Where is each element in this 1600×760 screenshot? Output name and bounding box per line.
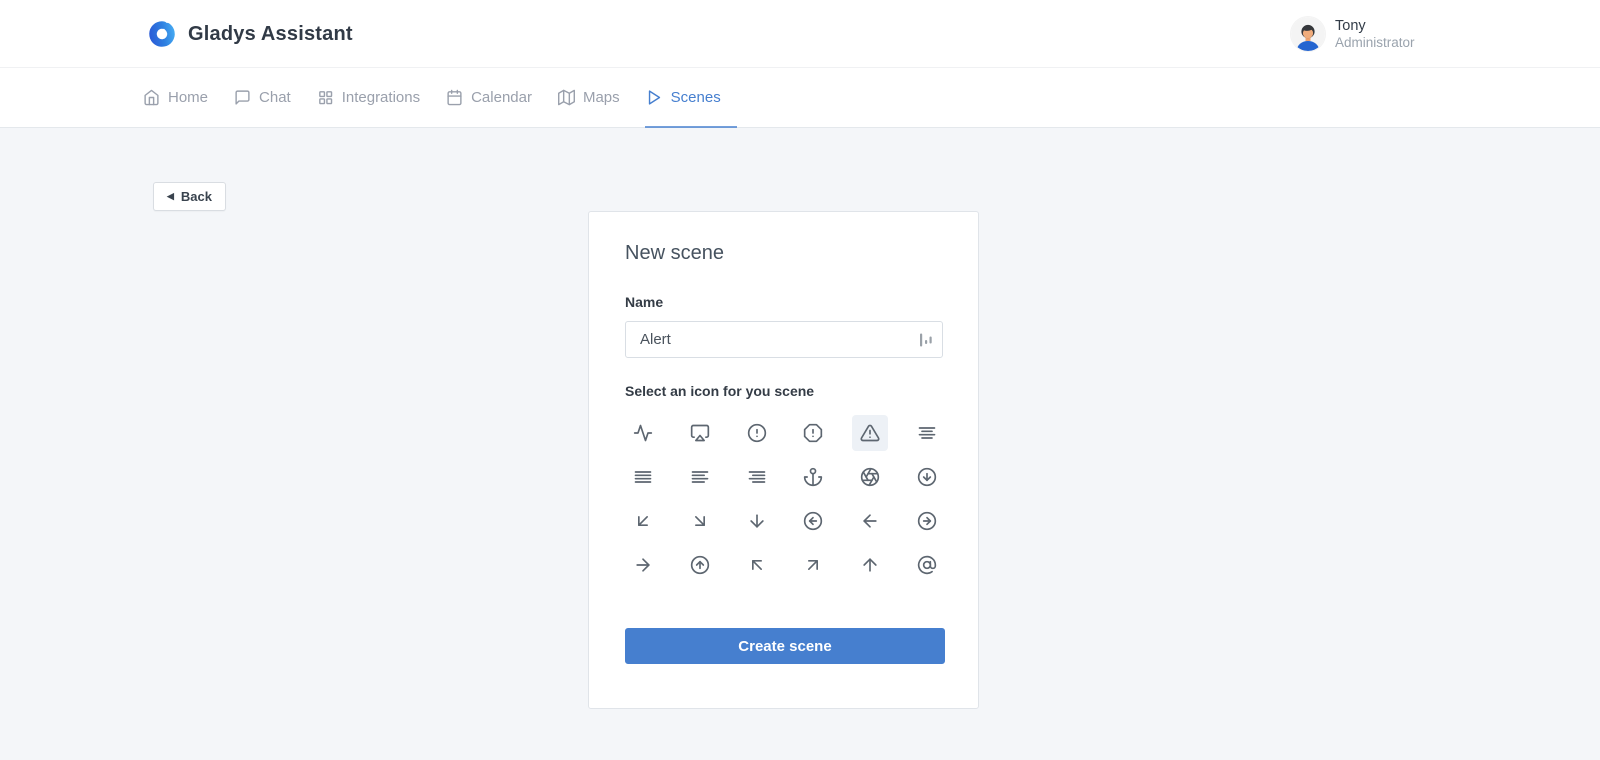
nav-item-calendar[interactable]: Calendar — [446, 68, 532, 127]
icon-grid-wrap — [625, 415, 943, 611]
activity-icon[interactable] — [625, 415, 661, 451]
home-icon — [143, 89, 160, 106]
arrow-down-icon[interactable] — [739, 503, 775, 539]
arrow-up-left-icon[interactable] — [739, 547, 775, 583]
nav-item-label: Home — [168, 89, 208, 106]
user-menu[interactable]: Tony Administrator — [1291, 0, 1415, 68]
user-role: Administrator — [1335, 35, 1415, 52]
gladys-logo-icon — [148, 20, 176, 48]
arrow-down-right-icon[interactable] — [682, 503, 718, 539]
user-avatar[interactable] — [1291, 17, 1325, 51]
name-input-wrap — [625, 321, 943, 358]
airplay-icon[interactable] — [682, 415, 718, 451]
at-sign-icon[interactable] — [909, 547, 943, 583]
arrow-down-left-icon[interactable] — [625, 503, 661, 539]
arrow-right-icon[interactable] — [625, 547, 661, 583]
input-caret-icon — [919, 332, 933, 348]
arrow-down-circle-icon[interactable] — [909, 459, 943, 495]
new-scene-card: New scene Name Select an icon for you sc… — [588, 211, 979, 709]
align-center-icon[interactable] — [909, 415, 943, 451]
back-button[interactable]: ◀ Back — [153, 182, 226, 211]
card-title: New scene — [625, 242, 943, 265]
user-name: Tony — [1335, 17, 1415, 35]
header-bar: Gladys Assistant Tony Administrator — [0, 0, 1600, 68]
arrow-right-circle-icon[interactable] — [909, 503, 943, 539]
calendar-icon — [446, 89, 463, 106]
chat-icon — [234, 89, 251, 106]
alert-circle-icon[interactable] — [739, 415, 775, 451]
back-arrow-icon: ◀ — [167, 192, 174, 201]
arrow-up-right-icon[interactable] — [795, 547, 831, 583]
name-label: Name — [625, 294, 943, 310]
align-justify-icon[interactable] — [625, 459, 661, 495]
alert-octagon-icon[interactable] — [795, 415, 831, 451]
arrow-left-circle-icon[interactable] — [795, 503, 831, 539]
nav-item-scenes[interactable]: Scenes — [646, 68, 721, 127]
integrations-icon — [317, 89, 334, 106]
nav-item-maps[interactable]: Maps — [558, 68, 620, 127]
arrow-left-icon[interactable] — [852, 503, 888, 539]
align-right-icon[interactable] — [739, 459, 775, 495]
nav-item-label: Scenes — [671, 89, 721, 106]
map-icon — [558, 89, 575, 106]
main-content: ◀ Back New scene Name Select an icon for… — [0, 128, 1600, 760]
arrow-up-circle-icon[interactable] — [682, 547, 718, 583]
icon-picker-label: Select an icon for you scene — [625, 383, 943, 399]
nav-item-label: Maps — [583, 89, 620, 106]
anchor-icon[interactable] — [795, 459, 831, 495]
create-scene-button[interactable]: Create scene — [625, 628, 945, 664]
scene-name-input[interactable] — [625, 321, 943, 358]
scenes-icon — [646, 89, 663, 106]
brand: Gladys Assistant — [148, 0, 353, 68]
nav-item-label: Chat — [259, 89, 291, 106]
nav-bar: Home Chat Integrations Calendar Maps Scenes — [0, 68, 1600, 128]
nav-item-chat[interactable]: Chat — [234, 68, 291, 127]
app-title: Gladys Assistant — [188, 23, 353, 46]
alert-triangle-icon[interactable] — [852, 415, 888, 451]
nav-item-label: Integrations — [342, 89, 420, 106]
aperture-icon[interactable] — [852, 459, 888, 495]
back-button-label: Back — [181, 189, 212, 204]
nav-item-home[interactable]: Home — [143, 68, 208, 127]
arrow-up-icon[interactable] — [852, 547, 888, 583]
align-left-icon[interactable] — [682, 459, 718, 495]
nav-item-label: Calendar — [471, 89, 532, 106]
nav-item-integrations[interactable]: Integrations — [317, 68, 420, 127]
icon-grid — [625, 415, 943, 583]
